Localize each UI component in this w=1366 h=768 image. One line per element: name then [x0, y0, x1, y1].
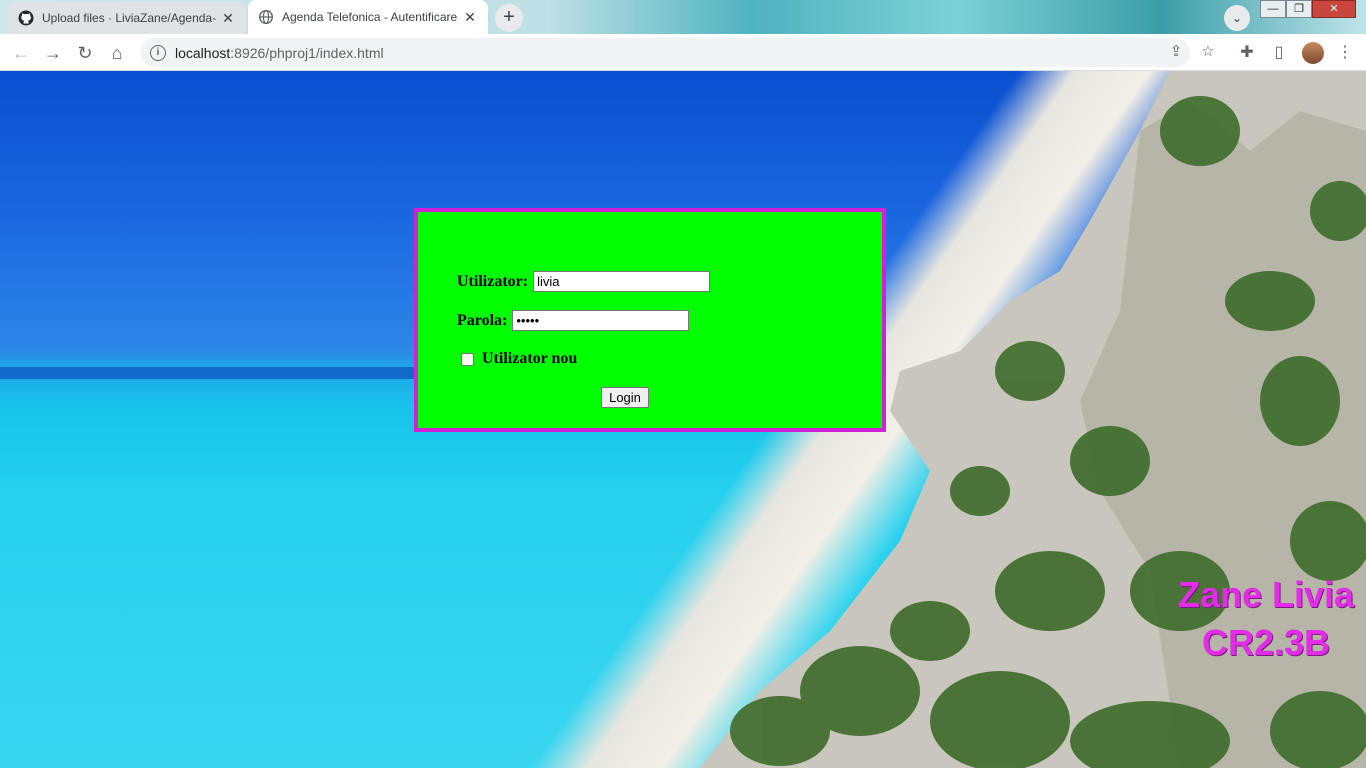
- globe-icon: [258, 9, 274, 25]
- maximize-button[interactable]: ❐: [1286, 0, 1312, 18]
- login-button[interactable]: Login: [601, 387, 649, 408]
- password-row: Parola:: [457, 310, 690, 331]
- avatar[interactable]: [1302, 42, 1324, 64]
- window-controls: — ❐ ✕: [1260, 0, 1356, 20]
- close-tab-icon[interactable]: ✕: [220, 10, 236, 26]
- watermark-class: CR2.3B: [1201, 622, 1331, 663]
- back-icon[interactable]: ←: [8, 40, 34, 66]
- new-user-checkbox[interactable]: [461, 352, 474, 366]
- new-user-row: Utilizator nou: [461, 350, 577, 368]
- github-icon: [18, 10, 34, 26]
- login-form: Utilizator: Parola: Utilizator nou Login: [414, 208, 886, 432]
- tab-title: Agenda Telefonica - Autentificare: [282, 10, 458, 24]
- username-input[interactable]: [533, 271, 711, 292]
- tab-github[interactable]: Upload files · LiviaZane/Agenda- ✕: [8, 2, 246, 34]
- password-input[interactable]: [512, 310, 690, 331]
- browser-titlebar: Upload files · LiviaZane/Agenda- ✕ Agend…: [0, 0, 1366, 34]
- info-icon[interactable]: i: [150, 44, 166, 61]
- side-panel-icon[interactable]: ▯: [1266, 40, 1292, 66]
- close-tab-icon[interactable]: ✕: [462, 9, 478, 25]
- watermark: Zane Livia CR2.3B: [1166, 571, 1366, 667]
- new-user-label: Utilizator nou: [482, 350, 578, 367]
- forward-icon[interactable]: →: [40, 40, 66, 66]
- watermark-name: Zane Livia: [1177, 574, 1355, 615]
- extensions-icon[interactable]: ✚: [1234, 40, 1260, 66]
- url-host: localhost: [175, 44, 231, 61]
- url-path: :8926/phproj1/index.html: [230, 44, 384, 61]
- new-tab-button[interactable]: +: [495, 4, 523, 32]
- share-icon[interactable]: ⇪: [1164, 40, 1188, 64]
- menu-kebab-icon[interactable]: ⋮: [1332, 40, 1358, 66]
- tab-title: Upload files · LiviaZane/Agenda-: [42, 11, 217, 25]
- close-window-button[interactable]: ✕: [1312, 0, 1356, 18]
- home-icon[interactable]: ⌂: [104, 40, 130, 66]
- password-label: Parola:: [457, 311, 508, 329]
- address-bar[interactable]: i localhost:8926/phproj1/index.html ⇪ ☆: [140, 38, 1215, 67]
- username-row: Utilizator:: [457, 271, 711, 292]
- minimize-button[interactable]: —: [1260, 0, 1286, 18]
- page-viewport: Zane Livia CR2.3B Utilizator: Parola: Ut…: [0, 71, 1366, 768]
- browser-toolbar: ← → ↻ ⌂ i localhost:8926/phproj1/index.h…: [0, 34, 1366, 71]
- username-label: Utilizator:: [457, 272, 529, 290]
- tab-search-icon[interactable]: ⌄: [1224, 5, 1250, 31]
- bookmark-star-icon[interactable]: ☆: [1196, 40, 1220, 64]
- reload-icon[interactable]: ↻: [72, 40, 98, 66]
- tab-agenda[interactable]: Agenda Telefonica - Autentificare ✕: [248, 0, 488, 34]
